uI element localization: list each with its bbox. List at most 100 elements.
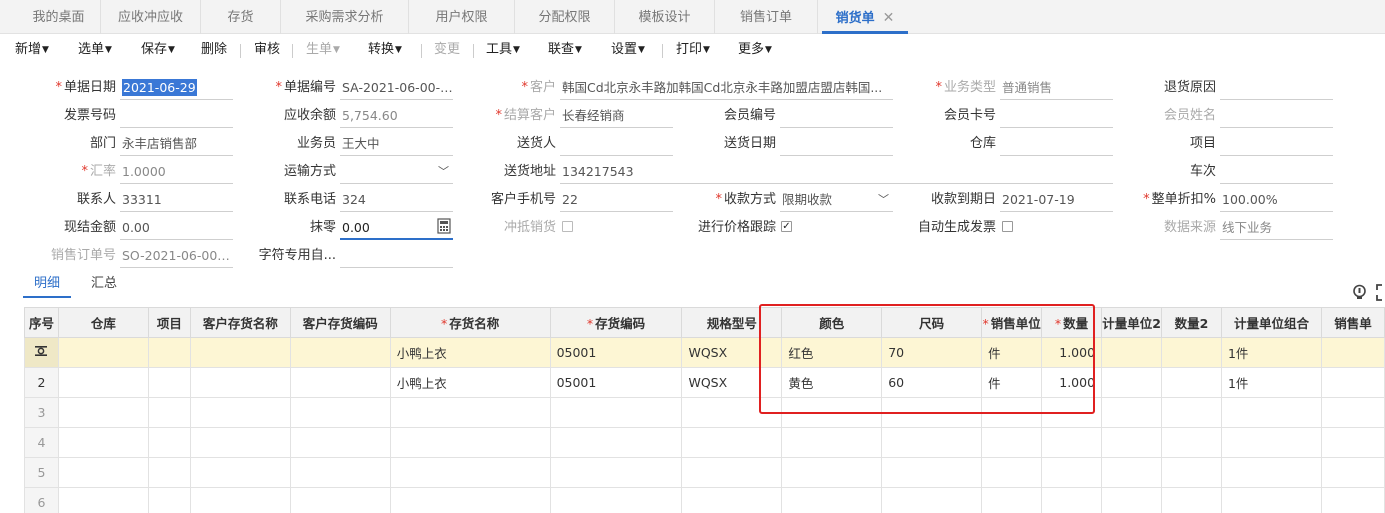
cell-qty2[interactable] bbox=[1161, 337, 1222, 368]
char-custom-field[interactable] bbox=[340, 244, 453, 268]
biz-type-field[interactable]: 普通销售 bbox=[1000, 76, 1113, 100]
table-row[interactable]: 6 bbox=[24, 487, 1385, 513]
cell-warehouse[interactable] bbox=[57, 337, 149, 368]
table-row[interactable]: 4 bbox=[24, 427, 1385, 458]
doc-date-field[interactable]: 2021-06-29 bbox=[120, 76, 233, 100]
cell-warehouse[interactable] bbox=[57, 367, 149, 398]
warehouse-field[interactable] bbox=[1000, 132, 1113, 156]
cell-project[interactable] bbox=[147, 337, 191, 368]
cell-item-name[interactable]: 小鸭上衣 bbox=[389, 337, 551, 368]
col-warehouse[interactable]: 仓库 bbox=[57, 307, 149, 338]
settings-button[interactable]: 设置▼ bbox=[611, 35, 645, 65]
offset-sales-checkbox[interactable] bbox=[562, 221, 573, 232]
col-spec[interactable]: 规格型号 bbox=[681, 307, 783, 338]
tab-my-desktop[interactable]: 我的桌面 bbox=[17, 0, 101, 34]
cell-unit-combo[interactable]: 1件 bbox=[1220, 367, 1322, 398]
col-seq[interactable]: 序号 bbox=[24, 307, 59, 338]
auto-invoice-checkbox[interactable] bbox=[1002, 221, 1013, 232]
tab-purchase-demand[interactable]: 采购需求分析 bbox=[281, 0, 409, 34]
cell-size[interactable]: 60 bbox=[881, 367, 983, 398]
tab-inventory[interactable]: 存货 bbox=[201, 0, 281, 34]
price-track-checkbox[interactable]: ✓ bbox=[781, 221, 792, 232]
col-item-code[interactable]: * 存货编码 bbox=[549, 307, 683, 338]
new-button[interactable]: 新增▼ bbox=[15, 35, 49, 65]
tab-user-permissions[interactable]: 用户权限 bbox=[409, 0, 515, 34]
cell-sales-unit[interactable]: 件 bbox=[981, 367, 1043, 398]
select-button[interactable]: 选单▼ bbox=[78, 35, 112, 65]
cell-project[interactable] bbox=[147, 367, 191, 398]
col-unit2[interactable]: 计量单位2 bbox=[1101, 307, 1163, 338]
cell-cust-item-name[interactable] bbox=[189, 337, 291, 368]
return-reason-field[interactable] bbox=[1220, 76, 1333, 100]
cash-amount-field[interactable]: 0.00 bbox=[120, 216, 233, 240]
col-item-name[interactable]: * 存货名称 bbox=[389, 307, 551, 338]
phone-field[interactable]: 324 bbox=[340, 188, 453, 212]
rounding-field[interactable]: 0.00 bbox=[340, 216, 453, 240]
settle-customer-field[interactable]: 长春经销商 bbox=[560, 104, 673, 128]
generate-button[interactable]: 生单▼ bbox=[306, 35, 340, 65]
col-cust-item-name[interactable]: 客户存货名称 bbox=[189, 307, 291, 338]
tab-detail[interactable]: 明细 bbox=[23, 272, 71, 298]
tab-template-design[interactable]: 模板设计 bbox=[615, 0, 715, 34]
invoice-no-field[interactable] bbox=[120, 104, 233, 128]
more-button[interactable]: 更多▼ bbox=[738, 35, 772, 65]
cell-cust-item-code[interactable] bbox=[289, 337, 391, 368]
cell-color[interactable]: 红色 bbox=[781, 337, 883, 368]
member-no-field[interactable] bbox=[780, 104, 893, 128]
col-qty2[interactable]: 数量2 bbox=[1161, 307, 1222, 338]
col-sales-price[interactable]: 销售单 bbox=[1320, 307, 1385, 338]
tab-summary[interactable]: 汇总 bbox=[91, 272, 117, 298]
col-sales-unit[interactable]: * 销售单位 bbox=[981, 307, 1043, 338]
deliverer-field[interactable] bbox=[560, 132, 673, 156]
cell-spec[interactable]: WQSX bbox=[681, 337, 783, 368]
member-name-field[interactable] bbox=[1220, 104, 1333, 128]
col-qty[interactable]: * 数量 bbox=[1041, 307, 1103, 338]
col-color[interactable]: 颜色 bbox=[781, 307, 883, 338]
dept-field[interactable]: 永丰店销售部 bbox=[120, 132, 233, 156]
convert-button[interactable]: 转换▼ bbox=[368, 35, 402, 65]
rate-field[interactable]: 1.0000 bbox=[120, 160, 233, 184]
col-unit-combo[interactable]: 计量单位组合 bbox=[1220, 307, 1322, 338]
doc-no-field[interactable]: SA-2021-06-00-0... bbox=[340, 76, 453, 100]
cell-sales-unit[interactable]: 件 bbox=[981, 337, 1043, 368]
print-button[interactable]: 打印▼ bbox=[676, 35, 710, 65]
contact-field[interactable]: 33311 bbox=[120, 188, 233, 212]
linked-query-button[interactable]: 联查▼ bbox=[548, 35, 582, 65]
fullscreen-icon[interactable] bbox=[1376, 284, 1385, 301]
save-button[interactable]: 保存▼ bbox=[141, 35, 175, 65]
cell-cust-item-code[interactable] bbox=[289, 367, 391, 398]
due-date-field[interactable]: 2021-07-19 bbox=[1000, 188, 1113, 212]
customer-field[interactable]: 韩国Cd北京永丰路加韩国Cd北京永丰路加盟店盟店韩国... bbox=[560, 76, 893, 100]
cell-item-code[interactable]: 05001 bbox=[549, 367, 683, 398]
mobile-field[interactable]: 22 bbox=[560, 188, 673, 212]
trip-field[interactable] bbox=[1220, 160, 1333, 184]
delete-button[interactable]: 删除 bbox=[201, 35, 227, 65]
table-row[interactable]: 2 小鸭上衣 05001 WQSX 黄色 60 件 1.000 1件 bbox=[24, 367, 1385, 398]
col-size[interactable]: 尺码 bbox=[881, 307, 983, 338]
table-row[interactable]: 3 bbox=[24, 397, 1385, 428]
cell-spec[interactable]: WQSX bbox=[681, 367, 783, 398]
change-button[interactable]: 变更 bbox=[434, 35, 460, 65]
cell-sales-price[interactable] bbox=[1320, 367, 1385, 398]
discount-field[interactable]: 100.00% bbox=[1220, 188, 1333, 212]
tab-assign-permissions[interactable]: 分配权限 bbox=[515, 0, 615, 34]
tools-button[interactable]: 工具▼ bbox=[486, 35, 520, 65]
audit-button[interactable]: 审核 bbox=[254, 35, 280, 65]
tab-sales-delivery[interactable]: 销货单 ✕ bbox=[822, 0, 908, 34]
cell-qty[interactable]: 1.000 bbox=[1041, 337, 1103, 368]
cell-color[interactable]: 黄色 bbox=[781, 367, 883, 398]
cell-unit-combo[interactable]: 1件 bbox=[1220, 337, 1322, 368]
cell-qty[interactable]: 1.000 bbox=[1041, 367, 1103, 398]
col-cust-item-code[interactable]: 客户存货编码 bbox=[289, 307, 391, 338]
cell-unit2[interactable] bbox=[1101, 337, 1163, 368]
salesman-field[interactable]: 王大中 bbox=[340, 132, 453, 156]
pay-method-select[interactable]: 限期收款 ﹀ bbox=[780, 188, 893, 212]
calculator-icon[interactable] bbox=[437, 218, 451, 234]
transport-select[interactable]: ﹀ bbox=[340, 160, 453, 184]
cell-unit2[interactable] bbox=[1101, 367, 1163, 398]
row-settings-icon[interactable] bbox=[34, 345, 48, 357]
cell-sales-price[interactable] bbox=[1320, 337, 1385, 368]
project-field[interactable] bbox=[1220, 132, 1333, 156]
member-card-field[interactable] bbox=[1000, 104, 1113, 128]
tab-ar-offset[interactable]: 应收冲应收 bbox=[101, 0, 201, 34]
